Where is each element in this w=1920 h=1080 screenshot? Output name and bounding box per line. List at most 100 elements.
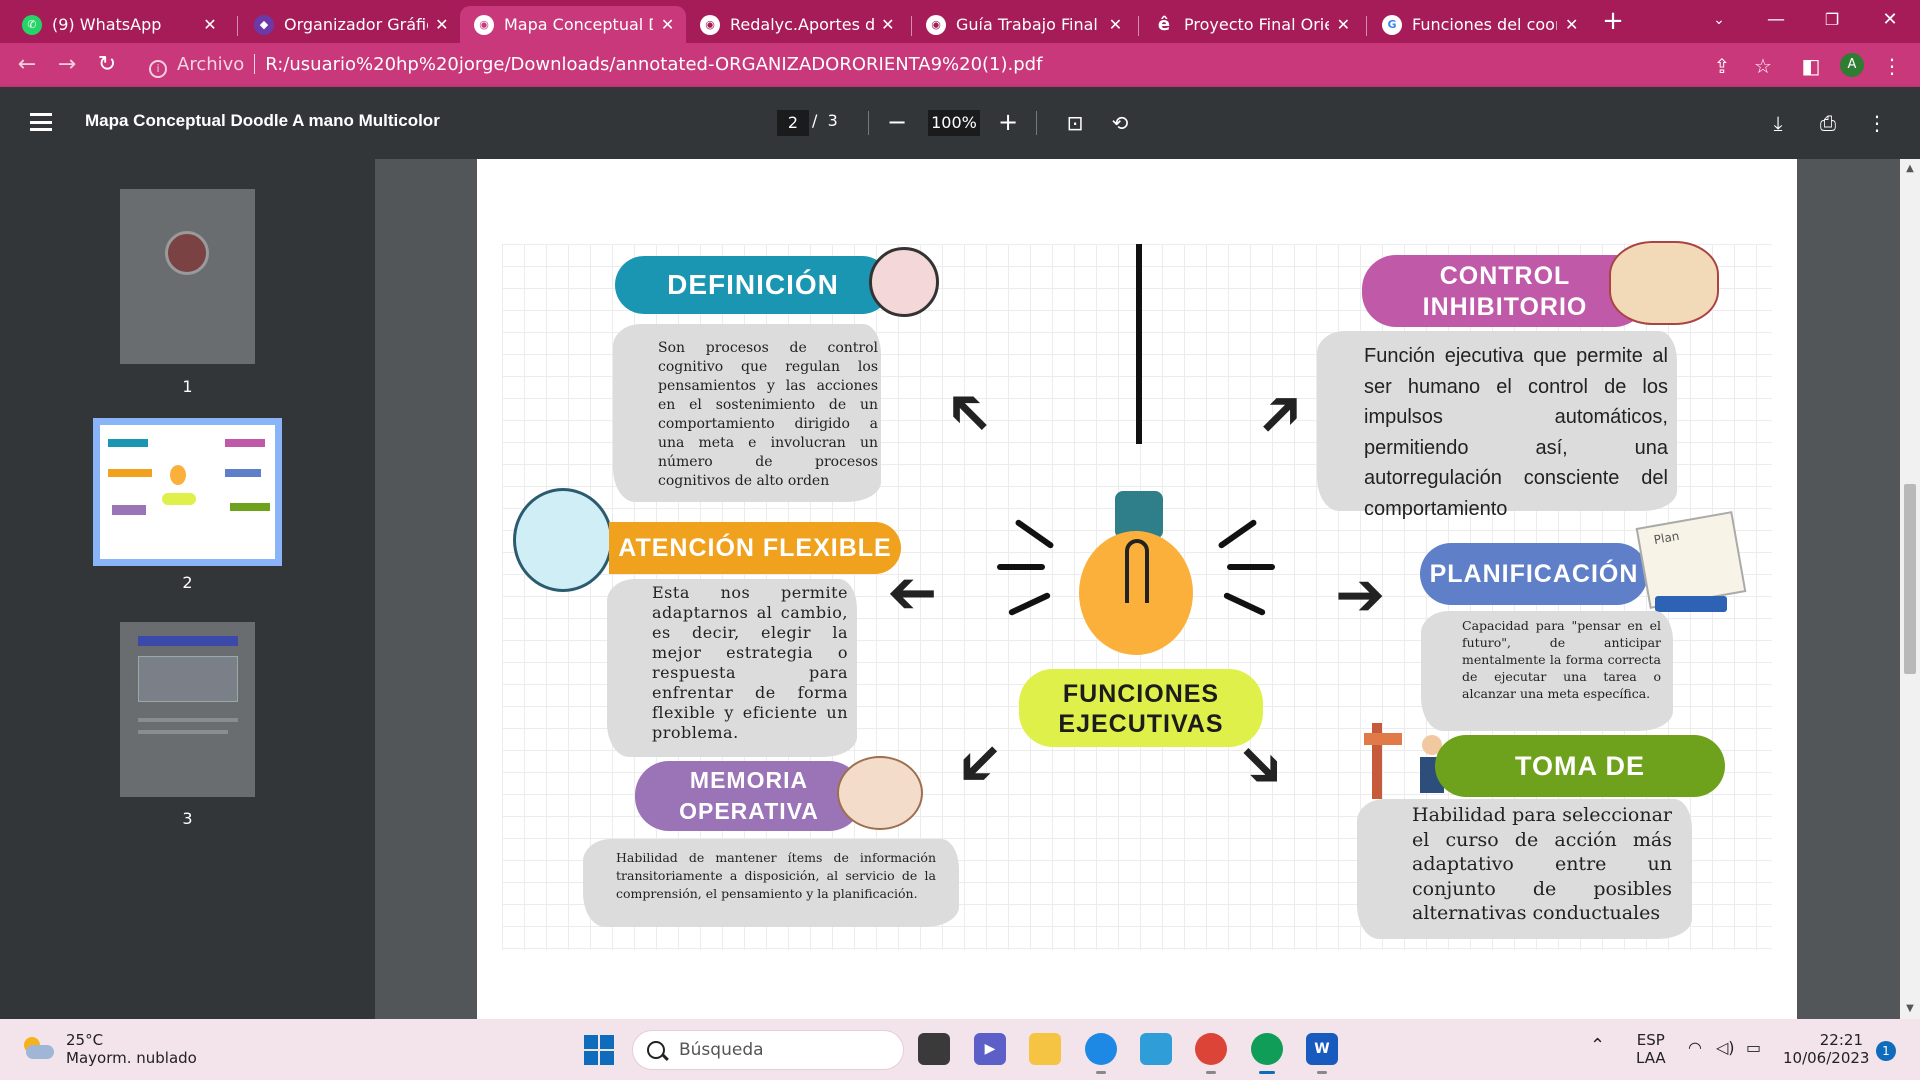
close-icon[interactable]: ✕	[1107, 15, 1124, 34]
close-icon[interactable]: ✕	[880, 15, 896, 34]
thumbnail-sidebar: 1 2 3	[0, 159, 375, 1019]
photos-app-icon[interactable]	[1140, 1033, 1172, 1065]
thumbnail-label: 3	[182, 809, 193, 828]
globe-icon: ◉	[700, 14, 720, 35]
pdf-toolbar: Mapa Conceptual Doodle A mano Multicolor…	[0, 87, 1920, 159]
close-icon[interactable]: ✕	[1335, 15, 1352, 34]
page-number-input[interactable]: 2	[777, 110, 809, 136]
windows-taskbar: 25°C Mayorm. nublado Búsqueda ▶ W ⌃ ESP …	[0, 1019, 1920, 1080]
tab-whatsapp[interactable]: ✆ (9) WhatsApp ✕	[8, 6, 230, 43]
minimize-icon[interactable]: —	[1756, 4, 1796, 36]
kebab-menu-icon[interactable]: ⋮	[1878, 52, 1906, 80]
whatsapp-icon: ✆	[22, 14, 42, 35]
language-indicator[interactable]: ESP LAA	[1636, 1031, 1666, 1067]
rotate-icon[interactable]: ⟲	[1105, 108, 1135, 138]
download-icon[interactable]: ⤓	[1763, 108, 1793, 138]
close-window-icon[interactable]: ✕	[1870, 4, 1910, 36]
globe-icon: ◉	[926, 14, 946, 35]
reload-icon[interactable]: ↻	[92, 50, 122, 80]
teams-icon[interactable]: ▶	[974, 1033, 1006, 1065]
page-count: / 3	[812, 111, 838, 130]
notification-badge[interactable]: 1	[1876, 1041, 1896, 1061]
page-thumbnail-3[interactable]	[120, 622, 255, 797]
brain-icon	[837, 756, 923, 830]
tab-strip: ✆ (9) WhatsApp ✕ ◆ Organizador Gráfico y…	[0, 0, 1920, 43]
definicion-title: DEFINICIÓN	[615, 256, 891, 314]
plan-note-icon: Plan	[1635, 511, 1747, 609]
scheme-label: Archivo	[177, 54, 245, 75]
thumbnail-label: 2	[182, 573, 193, 592]
tab-label: Mapa Conceptual Doo	[504, 15, 653, 34]
volume-icon[interactable]: ◁)	[1716, 1039, 1735, 1057]
address-bar[interactable]: i Archivo R:/usuario%20hp%20jorge/Download…	[141, 49, 1866, 81]
tab-redalyc[interactable]: ◉ Redalyc.Aportes de la ✕	[686, 6, 906, 43]
tab-guia-trabajo[interactable]: ◉ Guía Trabajo Final - O ✕	[912, 6, 1134, 43]
sidebar-menu-icon[interactable]	[30, 113, 52, 131]
vertical-scrollbar[interactable]: ▲ ▼	[1900, 159, 1920, 1019]
tab-mapa-conceptual[interactable]: ◉ Mapa Conceptual Doo ✕	[460, 6, 686, 43]
pdf-viewer[interactable]: FUNCIONES EJECUTIVAS ➔ ➔ ➔ ➔ ➔ ➔ DEFINIC…	[375, 159, 1900, 1019]
browser-toolbar: ← → ↻ i Archivo R:/usuario%20hp%20jorge/Do…	[0, 43, 1920, 87]
e-icon: ê	[1157, 14, 1171, 35]
chrome-active-icon[interactable]	[1251, 1033, 1283, 1074]
brain-icon	[869, 247, 939, 317]
weather-condition: Mayorm. nublado	[66, 1049, 197, 1067]
page-thumbnail-2[interactable]	[93, 418, 282, 566]
bookmark-star-icon[interactable]: ☆	[1749, 52, 1777, 80]
book-icon	[1655, 596, 1727, 612]
word-icon[interactable]: W	[1306, 1033, 1338, 1074]
forward-arrow-icon[interactable]: →	[52, 50, 82, 80]
toma-title: TOMA DE DECISIONES	[1435, 735, 1725, 843]
zoom-in-icon[interactable]: +	[994, 108, 1022, 136]
battery-icon[interactable]: ▭	[1746, 1039, 1761, 1057]
tab-label: Redalyc.Aportes de la	[730, 15, 874, 34]
info-icon[interactable]: i	[149, 60, 167, 78]
arrow-icon: ➔	[887, 560, 938, 630]
chevron-up-icon[interactable]: ⌃	[1590, 1037, 1605, 1055]
task-view-icon[interactable]	[918, 1033, 950, 1065]
scroll-down-icon[interactable]: ▼	[1904, 1003, 1916, 1014]
tab-search-icon[interactable]: ⌄	[1699, 4, 1739, 36]
chrome-profile-icon[interactable]	[1085, 1033, 1117, 1074]
scrollbar-thumb[interactable]	[1904, 484, 1916, 674]
side-panel-icon[interactable]: ◧	[1797, 52, 1825, 80]
scroll-up-icon[interactable]: ▲	[1904, 163, 1916, 174]
fit-page-icon[interactable]: ⊡	[1060, 108, 1090, 138]
people-icon	[1609, 241, 1719, 325]
clock[interactable]: 22:21 10/06/2023	[1783, 1031, 1869, 1067]
bulb-cord	[1136, 244, 1142, 444]
zoom-input[interactable]: 100%	[928, 110, 980, 136]
document-title: Mapa Conceptual Doodle A mano Multicolor	[85, 111, 440, 130]
more-actions-icon[interactable]: ⋮	[1862, 108, 1892, 138]
center-node: FUNCIONES EJECUTIVAS	[1019, 669, 1263, 747]
close-icon[interactable]: ✕	[434, 15, 450, 34]
cloud-sun-icon	[20, 1037, 54, 1061]
control-text: Función ejecutiva que permite al ser hum…	[1364, 345, 1668, 520]
temperature: 25°C	[66, 1031, 104, 1049]
tab-label: Proyecto Final Orient	[1184, 15, 1329, 34]
weather-widget[interactable]: 25°C Mayorm. nublado	[20, 1031, 197, 1067]
zoom-out-icon[interactable]: −	[883, 108, 911, 136]
tab-proyecto-final[interactable]: ê Proyecto Final Orient ✕	[1140, 6, 1362, 43]
back-arrow-icon[interactable]: ←	[12, 50, 42, 80]
tab-funciones-coordinacion[interactable]: G Funciones del coordin ✕	[1368, 6, 1590, 43]
chrome-icon[interactable]	[1195, 1033, 1227, 1074]
print-icon[interactable]: ⎙	[1813, 108, 1843, 138]
arrow-icon: ➔	[1335, 560, 1386, 630]
restore-icon[interactable]: ❐	[1812, 4, 1852, 36]
close-icon[interactable]: ✕	[1563, 15, 1580, 34]
file-explorer-icon[interactable]	[1029, 1033, 1061, 1065]
page-thumbnail-1[interactable]	[120, 189, 255, 364]
close-icon[interactable]: ✕	[659, 15, 676, 34]
planificacion-text: Capacidad para "pensar en el futuro", de…	[1462, 618, 1661, 701]
profile-avatar[interactable]: A	[1840, 53, 1864, 77]
wifi-icon[interactable]: ◠	[1688, 1039, 1702, 1057]
thumbnail-label: 1	[182, 377, 193, 396]
windows-start-icon[interactable]	[584, 1035, 614, 1065]
new-tab-button[interactable]: +	[1597, 6, 1629, 38]
share-icon[interactable]: ⇪	[1708, 52, 1736, 80]
close-icon[interactable]: ✕	[200, 15, 220, 34]
definicion-text: Son procesos de control cognitivo que re…	[658, 340, 878, 489]
taskbar-search[interactable]: Búsqueda	[632, 1030, 904, 1070]
tab-organizador[interactable]: ◆ Organizador Gráfico y ✕	[240, 6, 460, 43]
